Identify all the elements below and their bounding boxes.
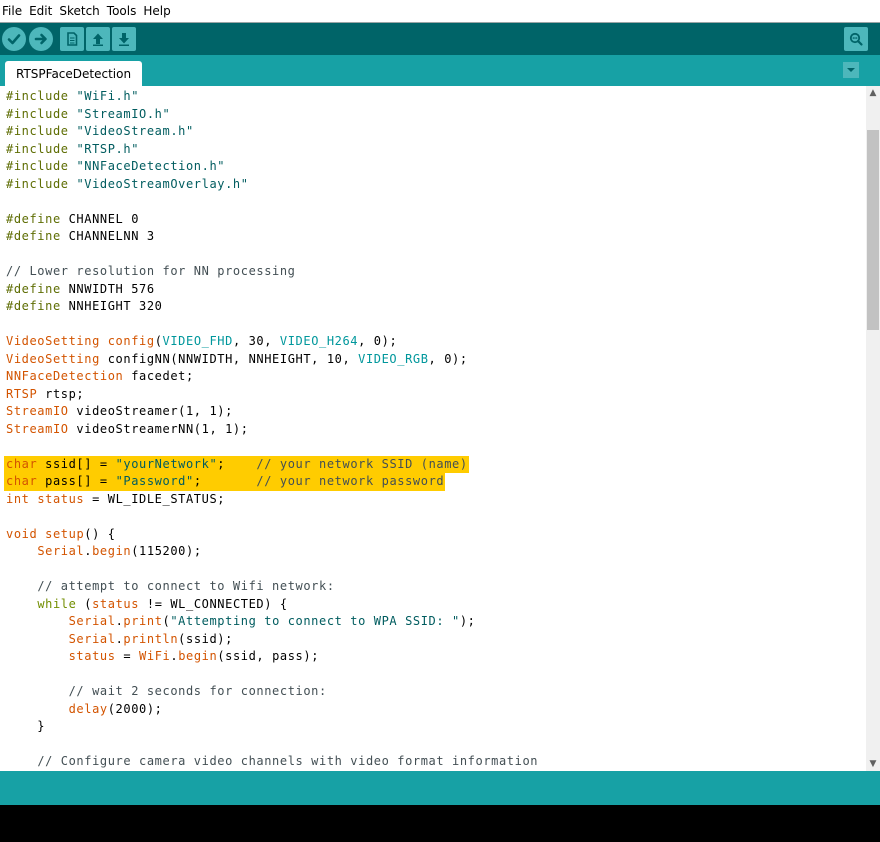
- code-line[interactable]: NNFaceDetection facedet;: [6, 368, 194, 386]
- upload-icon: [34, 33, 47, 45]
- save-button[interactable]: [112, 27, 136, 51]
- code-line[interactable]: #include "RTSP.h": [6, 141, 139, 159]
- code-line[interactable]: // Lower resolution for NN processing: [6, 263, 296, 281]
- code-line[interactable]: // wait 2 seconds for connection:: [6, 683, 327, 701]
- code-line[interactable]: char ssid[] = "yourNetwork"; // your net…: [6, 456, 468, 474]
- code-line[interactable]: }: [6, 718, 45, 736]
- code-line[interactable]: #include "NNFaceDetection.h": [6, 158, 225, 176]
- verify-button[interactable]: [2, 27, 26, 51]
- code-line[interactable]: // Configure camera video channels with …: [6, 753, 538, 771]
- tab-menu-button[interactable]: [843, 62, 859, 78]
- tab-bar: RTSPFaceDetection: [0, 55, 880, 86]
- code-line[interactable]: while (status != WL_CONNECTED) {: [6, 596, 288, 614]
- menu-tools[interactable]: Tools: [104, 0, 141, 22]
- code-line[interactable]: #define CHANNELNN 3: [6, 228, 155, 246]
- code-line[interactable]: status = WiFi.begin(ssid, pass);: [6, 648, 319, 666]
- code-line[interactable]: int status = WL_IDLE_STATUS;: [6, 491, 225, 509]
- code-line[interactable]: #include "VideoStreamOverlay.h": [6, 176, 249, 194]
- code-editor[interactable]: #include "WiFi.h" #include "StreamIO.h" #i…: [0, 86, 866, 771]
- code-line[interactable]: StreamIO videoStreamerNN(1, 1);: [6, 421, 249, 439]
- verify-icon: [7, 34, 21, 45]
- serial-monitor-button[interactable]: [844, 27, 868, 51]
- code-line[interactable]: delay(2000);: [6, 701, 163, 719]
- code-line[interactable]: #include "VideoStream.h": [6, 123, 194, 141]
- status-bar: [0, 771, 880, 805]
- code-line[interactable]: Serial.println(ssid);: [6, 631, 233, 649]
- open-icon: [93, 33, 103, 46]
- scroll-down-icon[interactable]: ▼: [866, 757, 880, 771]
- code-line[interactable]: VideoSetting config(VIDEO_FHD, 30, VIDEO…: [6, 333, 397, 351]
- new-icon: [67, 32, 78, 46]
- console-output: [0, 805, 880, 842]
- code-line[interactable]: #include "StreamIO.h": [6, 106, 170, 124]
- scroll-up-icon[interactable]: ▲: [866, 86, 880, 100]
- code-line[interactable]: StreamIO videoStreamer(1, 1);: [6, 403, 233, 421]
- serial-monitor-icon: [849, 32, 863, 46]
- code-line[interactable]: RTSP rtsp;: [6, 386, 84, 404]
- scroll-thumb[interactable]: [867, 130, 879, 330]
- code-line[interactable]: #define CHANNEL 0: [6, 211, 139, 229]
- new-button[interactable]: [60, 27, 84, 51]
- code-line[interactable]: Serial.begin(115200);: [6, 543, 202, 561]
- vertical-scrollbar[interactable]: ▲ ▼: [866, 86, 880, 771]
- code-line[interactable]: #include "WiFi.h": [6, 88, 139, 106]
- save-icon: [119, 33, 129, 46]
- code-line[interactable]: Serial.print("Attempting to connect to W…: [6, 613, 476, 631]
- code-line[interactable]: #define NNWIDTH 576: [6, 281, 155, 299]
- code-line[interactable]: void setup() {: [6, 526, 116, 544]
- menu-bar: File Edit Sketch Tools Help: [0, 0, 880, 22]
- upload-button[interactable]: [29, 27, 53, 51]
- code-line[interactable]: VideoSetting configNN(NNWIDTH, NNHEIGHT,…: [6, 351, 468, 369]
- tab-rtspfacedetection[interactable]: RTSPFaceDetection: [5, 61, 143, 86]
- open-button[interactable]: [86, 27, 110, 51]
- code-line[interactable]: char pass[] = "Password"; // your networ…: [6, 473, 444, 491]
- code-line[interactable]: // attempt to connect to Wifi network:: [6, 578, 335, 596]
- menu-help[interactable]: Help: [140, 0, 174, 22]
- code-line[interactable]: #define NNHEIGHT 320: [6, 298, 163, 316]
- menu-sketch[interactable]: Sketch: [56, 0, 103, 22]
- menu-file[interactable]: File: [0, 0, 26, 22]
- toolbar: [0, 23, 880, 55]
- menu-edit[interactable]: Edit: [26, 0, 56, 22]
- chevron-down-icon: [847, 68, 855, 72]
